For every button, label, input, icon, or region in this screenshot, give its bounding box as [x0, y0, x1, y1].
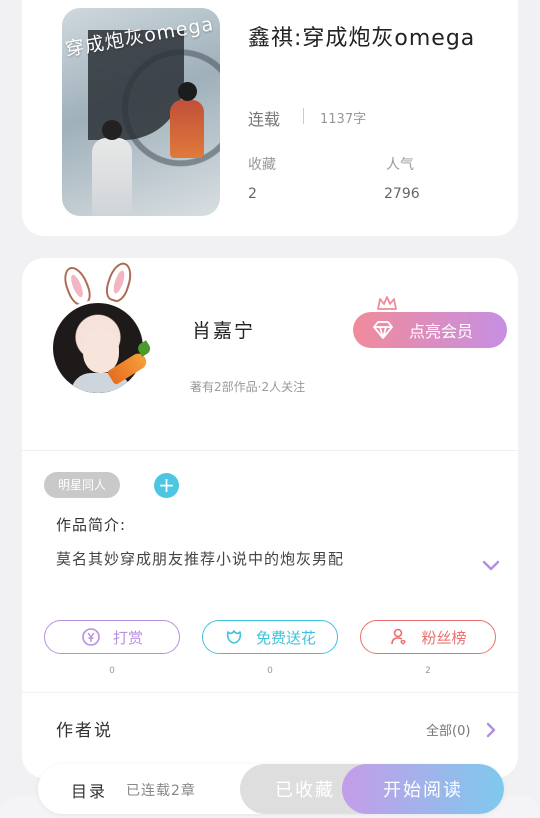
book-title: 鑫祺:穿成炮灰omega	[248, 26, 476, 51]
reward-button[interactable]: 打赏	[44, 620, 180, 654]
intro-label: 作品简介:	[56, 516, 127, 534]
popularity-value: 2796	[384, 186, 420, 202]
author-says-all-link[interactable]: 全部(0)	[426, 720, 470, 739]
book-info-card: 穿成炮灰omega 鑫祺:穿成炮灰omega 连载 1137字 收藏 2 人气 …	[22, 0, 518, 236]
author-name[interactable]: 肖嘉宁	[192, 316, 255, 343]
yen-coin-icon	[82, 628, 100, 646]
add-tag-button[interactable]: +	[154, 473, 179, 498]
start-reading-button[interactable]: 开始阅读	[342, 764, 504, 814]
chevron-down-icon[interactable]	[482, 560, 500, 572]
collect-label: 收藏	[248, 157, 276, 173]
vip-button[interactable]: 点亮会员	[353, 312, 507, 348]
fan-ranking-label: 粉丝榜	[421, 628, 467, 647]
flower-icon	[226, 630, 242, 644]
reward-count: 0	[109, 666, 115, 676]
popularity-label: 人气	[386, 157, 414, 173]
divider	[22, 692, 518, 693]
author-avatar[interactable]	[50, 300, 146, 396]
genre-tag[interactable]: 明星同人	[44, 472, 121, 498]
send-flower-label: 免费送花	[255, 628, 316, 647]
author-meta: 著有2部作品·2人关注	[190, 380, 306, 394]
divider	[22, 450, 518, 451]
book-cover[interactable]: 穿成炮灰omega	[62, 8, 220, 216]
crown-icon	[377, 296, 397, 310]
author-card: 肖嘉宁 著有2部作品·2人关注 点亮会员 明星同人 + 作品简介: 莫名其妙穿成…	[22, 258, 518, 778]
fan-count: 2	[425, 666, 431, 676]
diamond-icon	[373, 321, 393, 339]
flower-count: 0	[267, 666, 273, 676]
toc-button[interactable]: 目录	[71, 778, 107, 802]
intro-text: 莫名其妙穿成朋友推荐小说中的炮灰男配	[56, 550, 345, 568]
author-says-label: 作者说	[56, 721, 113, 741]
word-count: 1137字	[320, 112, 367, 127]
chevron-right-icon[interactable]	[485, 722, 497, 738]
reward-label: 打赏	[112, 628, 143, 647]
collect-value: 2	[248, 186, 257, 202]
bottom-action-bar: 目录 已连载2章 已收藏 开始阅读	[38, 764, 504, 814]
divider	[303, 108, 304, 124]
chapter-count: 已连载2章	[126, 783, 196, 799]
send-flower-button[interactable]: 免费送花	[202, 620, 338, 654]
fan-ranking-button[interactable]: 粉丝榜	[360, 620, 496, 654]
fan-ranking-icon	[391, 628, 407, 645]
vip-label: 点亮会员	[409, 322, 474, 341]
book-status: 连载	[248, 110, 281, 129]
